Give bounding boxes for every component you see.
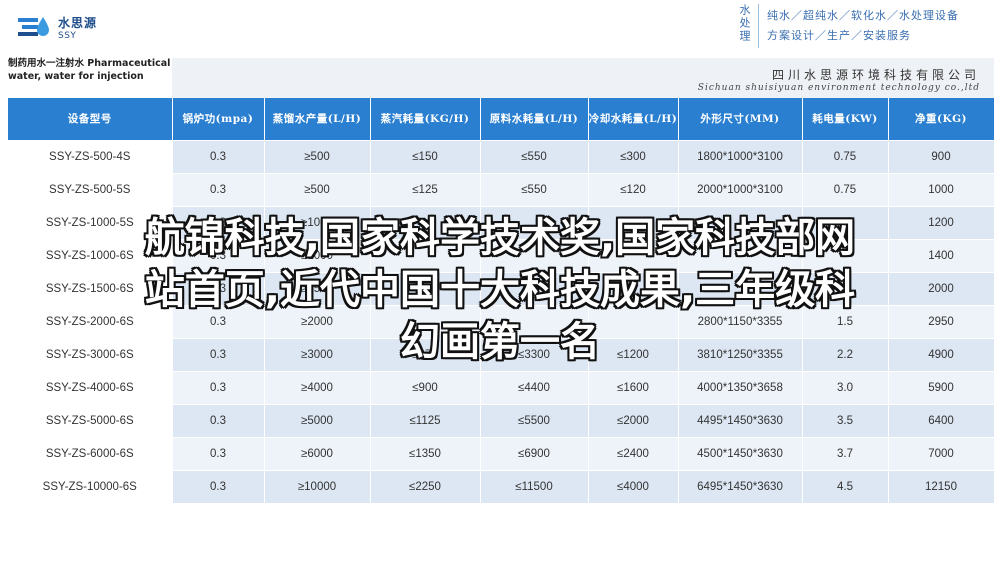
table-cell: 1800*1000*3100	[678, 139, 803, 173]
brand-line-2: 方案设计／生产／安装服务	[767, 29, 911, 42]
product-title: 制药用水一注射水 Pharmaceutical water, water for…	[8, 58, 171, 82]
column-header: 锅炉功(mpa)	[172, 98, 265, 140]
table-row: SSY-ZS-500-4S 0.3 ≥500 ≤150 ≤550 ≤300 1800*100…	[8, 139, 995, 173]
table-cell: ≤1125	[370, 403, 481, 437]
water-drop-icon	[16, 14, 52, 44]
table-header-row: 设备型号 锅炉功(mpa) 蒸馏水产量(L/H) 蒸汽耗量(KG/H) 原料水耗…	[8, 98, 995, 140]
overlay-line-1: 航锦科技,国家科学技术奖,国家科技部网	[144, 215, 856, 261]
table-cell: 4000*1350*3658	[678, 370, 803, 404]
table-cell: ≤4400	[480, 370, 589, 404]
table-cell: ≤125	[370, 172, 481, 206]
table-cell: ≤6900	[480, 436, 589, 470]
table-cell: 0.75	[802, 139, 889, 173]
table-cell: ≥500	[264, 172, 371, 206]
table-cell: 0.3	[172, 172, 265, 206]
table-cell: SSY-ZS-500-5S	[8, 172, 173, 206]
table-cell: ≤11500	[480, 469, 589, 503]
column-header: 设备型号	[8, 98, 173, 140]
table-cell: 0.3	[172, 469, 265, 503]
table-cell: 3.7	[802, 436, 889, 470]
logo-name-cn: 水思源	[58, 16, 98, 30]
column-header: 耗电量(KW)	[802, 98, 889, 140]
table-cell: 4500*1450*3630	[678, 436, 803, 470]
table-cell: ≤150	[370, 139, 481, 173]
table-cell: 6400	[888, 403, 995, 437]
column-header: 冷却水耗量(L/H)	[588, 98, 679, 140]
table-cell: 12150	[888, 469, 995, 503]
column-header: 净重(KG)	[888, 98, 995, 140]
overlay-caption: 航锦科技,国家科学技术奖,国家科技部网 站首页,近代中国十大科技成果,三年级科 …	[14, 212, 986, 368]
table-cell: 1000	[888, 172, 995, 206]
table-cell: ≤900	[370, 370, 481, 404]
column-header: 蒸馏水产量(L/H)	[264, 98, 371, 140]
table-cell: 0.3	[172, 370, 265, 404]
table-cell: ≤4000	[588, 469, 679, 503]
table-cell: 5900	[888, 370, 995, 404]
company-name-en: Sichuan shuisiyuan environment technolog…	[697, 83, 980, 93]
table-cell: SSY-ZS-6000-6S	[8, 436, 173, 470]
table-cell: ≤120	[588, 172, 679, 206]
table-cell: SSY-ZS-500-4S	[8, 139, 173, 173]
table-row: SSY-ZS-4000-6S 0.3 ≥4000 ≤900 ≤4400 ≤1600 4000…	[8, 370, 995, 404]
table-cell: ≥4000	[264, 370, 371, 404]
table-row: SSY-ZS-10000-6S 0.3 ≥10000 ≤2250 ≤11500 ≤4000…	[8, 469, 995, 503]
table-cell: ≥6000	[264, 436, 371, 470]
company-banner: 四川水思源环境科技有限公司 Sichuan shuisiyuan environ…	[172, 58, 994, 98]
overlay-line-2: 站首页,近代中国十大科技成果,三年级科	[144, 267, 856, 313]
header-strip: 水思源 SSY 水处理 纯水／超纯水／软化水／水处理设备 方案设计／生产／安装服…	[0, 0, 1000, 56]
table-cell: ≤300	[588, 139, 679, 173]
brand-logo[interactable]: 水思源 SSY	[16, 14, 97, 44]
table-cell: 0.3	[172, 403, 265, 437]
table-cell: 7000	[888, 436, 995, 470]
table-row: SSY-ZS-6000-6S 0.3 ≥6000 ≤1350 ≤6900 ≤2400 450…	[8, 436, 995, 470]
table-cell: 0.3	[172, 436, 265, 470]
table-cell: SSY-ZS-10000-6S	[8, 469, 173, 503]
table-cell: 3.5	[802, 403, 889, 437]
column-header: 蒸汽耗量(KG/H)	[370, 98, 481, 140]
table-cell: 0.75	[802, 172, 889, 206]
table-cell: 2000*1000*3100	[678, 172, 803, 206]
table-cell: 900	[888, 139, 995, 173]
brand-line-1: 纯水／超纯水／软化水／水处理设备	[767, 9, 959, 22]
table-cell: ≤550	[480, 172, 589, 206]
table-cell: ≤2400	[588, 436, 679, 470]
table-cell: 0.3	[172, 139, 265, 173]
table-cell: ≤5500	[480, 403, 589, 437]
company-name-cn: 四川水思源环境科技有限公司	[771, 68, 980, 82]
table-cell: ≤2250	[370, 469, 481, 503]
table-cell: ≥500	[264, 139, 371, 173]
brand-slogan: 水处理 纯水／超纯水／软化水／水处理设备 方案设计／生产／安装服务	[736, 4, 959, 48]
table-cell: 4.5	[802, 469, 889, 503]
column-header: 外形尺寸(MM)	[678, 98, 803, 140]
table-cell: 6495*1450*3630	[678, 469, 803, 503]
logo-name-en: SSY	[58, 31, 77, 41]
column-header: 原料水耗量(L/H)	[480, 98, 589, 140]
table-cell: 4495*1450*3630	[678, 403, 803, 437]
table-cell: 3.0	[802, 370, 889, 404]
table-cell: ≤550	[480, 139, 589, 173]
table-cell: ≤1600	[588, 370, 679, 404]
table-cell: ≤2000	[588, 403, 679, 437]
table-cell: SSY-ZS-5000-6S	[8, 403, 173, 437]
table-row: SSY-ZS-500-5S 0.3 ≥500 ≤125 ≤550 ≤120 2000*100…	[8, 172, 995, 206]
table-cell: ≤1350	[370, 436, 481, 470]
brand-vertical-text: 水处理	[736, 4, 759, 48]
table-cell: ≥10000	[264, 469, 371, 503]
overlay-line-3: 幻画第一名	[400, 319, 600, 365]
table-cell: SSY-ZS-4000-6S	[8, 370, 173, 404]
table-row: SSY-ZS-5000-6S 0.3 ≥5000 ≤1125 ≤5500 ≤2000 449…	[8, 403, 995, 437]
table-cell: ≥5000	[264, 403, 371, 437]
